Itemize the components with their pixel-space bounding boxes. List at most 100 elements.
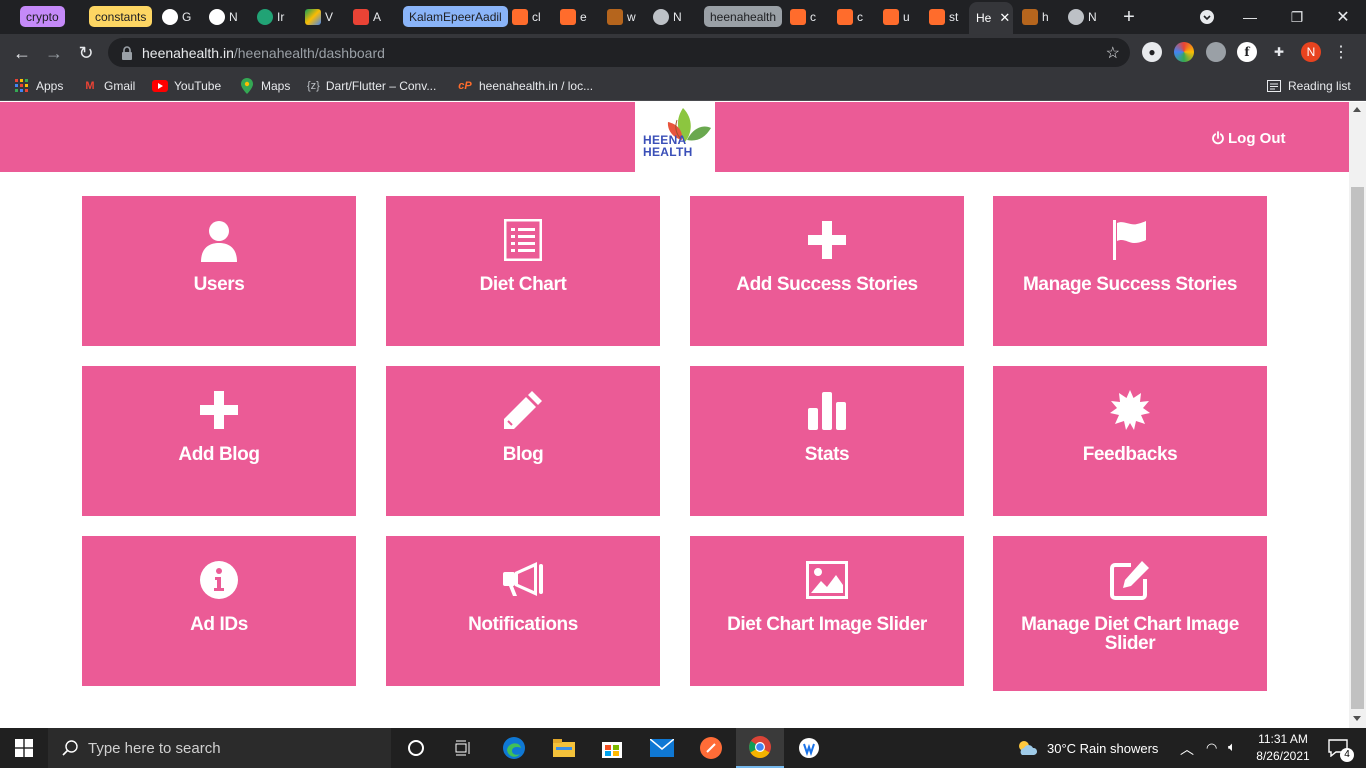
bookmark-maps[interactable]: Maps — [239, 76, 290, 96]
formula-extension-icon[interactable]: f — [1237, 42, 1257, 62]
card-manage-success-stories[interactable]: Manage Success Stories — [993, 196, 1267, 346]
page-viewport: HEENA HEALTH Log Out Users Diet Chart Ad… — [0, 102, 1366, 728]
clock[interactable]: 11:31 AM 8/26/2021 — [1256, 732, 1310, 763]
card-label: Stats — [804, 444, 850, 465]
tab[interactable]: e — [560, 4, 596, 30]
close-tab-icon[interactable]: ✕ — [999, 10, 1010, 26]
restore-icon[interactable]: ❐ — [1275, 0, 1319, 34]
minimize-icon[interactable]: — — [1228, 0, 1272, 34]
logout-button[interactable]: Log Out — [1211, 128, 1285, 148]
tab-group-kalamepeeraadil[interactable]: KalamEpeerAadil — [403, 6, 508, 27]
maps-pin-icon — [239, 78, 255, 94]
card-diet-chart-image-slider[interactable]: Diet Chart Image Slider — [690, 536, 964, 686]
task-view-icon[interactable] — [440, 728, 488, 768]
card-add-success-stories[interactable]: Add Success Stories — [690, 196, 964, 346]
wifi-icon[interactable]: ◠ — [1206, 740, 1217, 756]
chrome-icon[interactable] — [736, 728, 784, 768]
card-stats[interactable]: Stats — [690, 366, 964, 516]
tab[interactable]: h — [1022, 4, 1058, 30]
weather-icon[interactable] — [1010, 728, 1044, 768]
tab-group-constants[interactable]: constants — [89, 6, 153, 27]
tab-group-heenahealth[interactable]: heenahealth — [704, 6, 783, 27]
card-label: Add Blog — [178, 444, 260, 465]
bookmark-dart-flutter[interactable]: {z} Dart/Flutter – Conv... — [307, 76, 436, 96]
tab[interactable]: u — [883, 4, 919, 30]
tab[interactable]: N — [653, 4, 689, 30]
tab[interactable]: N — [1068, 4, 1104, 30]
tab[interactable]: G — [162, 4, 196, 30]
close-window-icon[interactable]: ✕ — [1321, 0, 1365, 34]
color-picker-extension-icon[interactable] — [1174, 42, 1194, 62]
postman-icon[interactable] — [687, 728, 735, 768]
tab-title: c — [810, 10, 816, 24]
app-icon[interactable] — [785, 728, 833, 768]
address-bar[interactable]: heenahealth.in/heenahealth/dashboard ☆ — [108, 38, 1130, 67]
card-blog[interactable]: Blog — [386, 366, 660, 516]
reload-icon[interactable]: ↻ — [73, 40, 99, 66]
tab[interactable]: Ir — [257, 4, 291, 30]
card-diet-chart[interactable]: Diet Chart — [386, 196, 660, 346]
file-explorer-icon[interactable] — [540, 728, 588, 768]
site-logo[interactable]: HEENA HEALTH — [635, 102, 715, 172]
tab[interactable]: c — [790, 4, 826, 30]
mail-icon[interactable] — [638, 728, 686, 768]
card-ad-ids[interactable]: Ad IDs — [82, 536, 356, 686]
taskbar-search-input[interactable]: Type here to search — [48, 728, 391, 768]
extension-icon[interactable] — [1206, 42, 1226, 62]
microsoft-store-icon[interactable] — [588, 728, 636, 768]
tab-group-label: KalamEpeerAadil — [409, 9, 502, 24]
bookmark-heenahealth[interactable]: cP heenahealth.in / loc... — [457, 76, 593, 96]
notification-center-icon[interactable]: 4 — [1318, 728, 1358, 768]
bookmark-youtube[interactable]: YouTube — [152, 76, 221, 96]
tab[interactable]: A — [353, 4, 387, 30]
card-manage-diet-chart-image-slider[interactable]: Manage Diet Chart Image Slider — [993, 536, 1267, 691]
tab[interactable]: cl — [512, 4, 548, 30]
scroll-up-icon[interactable] — [1353, 107, 1361, 112]
volume-icon[interactable]: 🔈︎ — [1228, 739, 1236, 755]
card-users[interactable]: Users — [82, 196, 356, 346]
active-tab[interactable]: He ✕ — [969, 2, 1013, 34]
bookmark-gmail[interactable]: M Gmail — [82, 76, 135, 96]
tab-group-crypto[interactable]: crypto — [20, 6, 65, 27]
more-menu-icon[interactable]: ⋮ — [1331, 42, 1351, 62]
github-icon — [209, 9, 225, 25]
cortana-icon[interactable] — [392, 728, 440, 768]
plus-icon — [808, 218, 846, 262]
bookmark-apps[interactable]: Apps — [14, 76, 63, 96]
lock-icon[interactable] — [120, 45, 134, 60]
card-add-blog[interactable]: Add Blog — [82, 366, 356, 516]
time-text: 11:31 AM — [1258, 732, 1308, 746]
badge-icon — [1110, 388, 1150, 432]
tab[interactable]: st — [929, 4, 965, 30]
vertical-scrollbar[interactable] — [1349, 102, 1366, 728]
profile-avatar[interactable]: N — [1301, 42, 1321, 62]
weather-text[interactable]: 30°C Rain showers — [1047, 741, 1158, 756]
windows-start-icon[interactable] — [0, 728, 48, 768]
new-tab-icon[interactable]: + — [1107, 0, 1151, 34]
puzzle-extensions-icon[interactable]: ✚ — [1269, 42, 1289, 62]
forward-icon[interactable]: → — [41, 40, 67, 66]
tab-title: h — [1042, 10, 1049, 24]
chevron-up-icon[interactable]: ︿ — [1180, 739, 1194, 759]
back-icon[interactable]: ← — [9, 40, 35, 66]
tab[interactable]: V — [305, 4, 339, 30]
tab[interactable]: N — [209, 4, 243, 30]
reading-list[interactable]: Reading list — [1266, 76, 1351, 96]
card-feedbacks[interactable]: Feedbacks — [993, 366, 1267, 516]
user-icon — [197, 218, 241, 262]
logo-line-2: HEALTH — [643, 145, 693, 159]
scrollbar-thumb[interactable] — [1351, 187, 1364, 709]
ship-icon — [1022, 9, 1038, 25]
card-notifications[interactable]: Notifications — [386, 536, 660, 686]
bookmark-star-icon[interactable]: ☆ — [1106, 43, 1120, 63]
tab[interactable]: w — [607, 4, 643, 30]
tab[interactable]: c — [837, 4, 873, 30]
search-placeholder: Type here to search — [88, 739, 221, 757]
tab-title: u — [903, 10, 910, 24]
extension-icon[interactable]: ● — [1142, 42, 1162, 62]
scroll-down-icon[interactable] — [1353, 716, 1361, 721]
youtube-icon — [152, 78, 168, 94]
tab-search-icon[interactable] — [1185, 0, 1229, 34]
cpanel-icon: cP — [458, 80, 472, 92]
edge-icon[interactable] — [490, 728, 538, 768]
